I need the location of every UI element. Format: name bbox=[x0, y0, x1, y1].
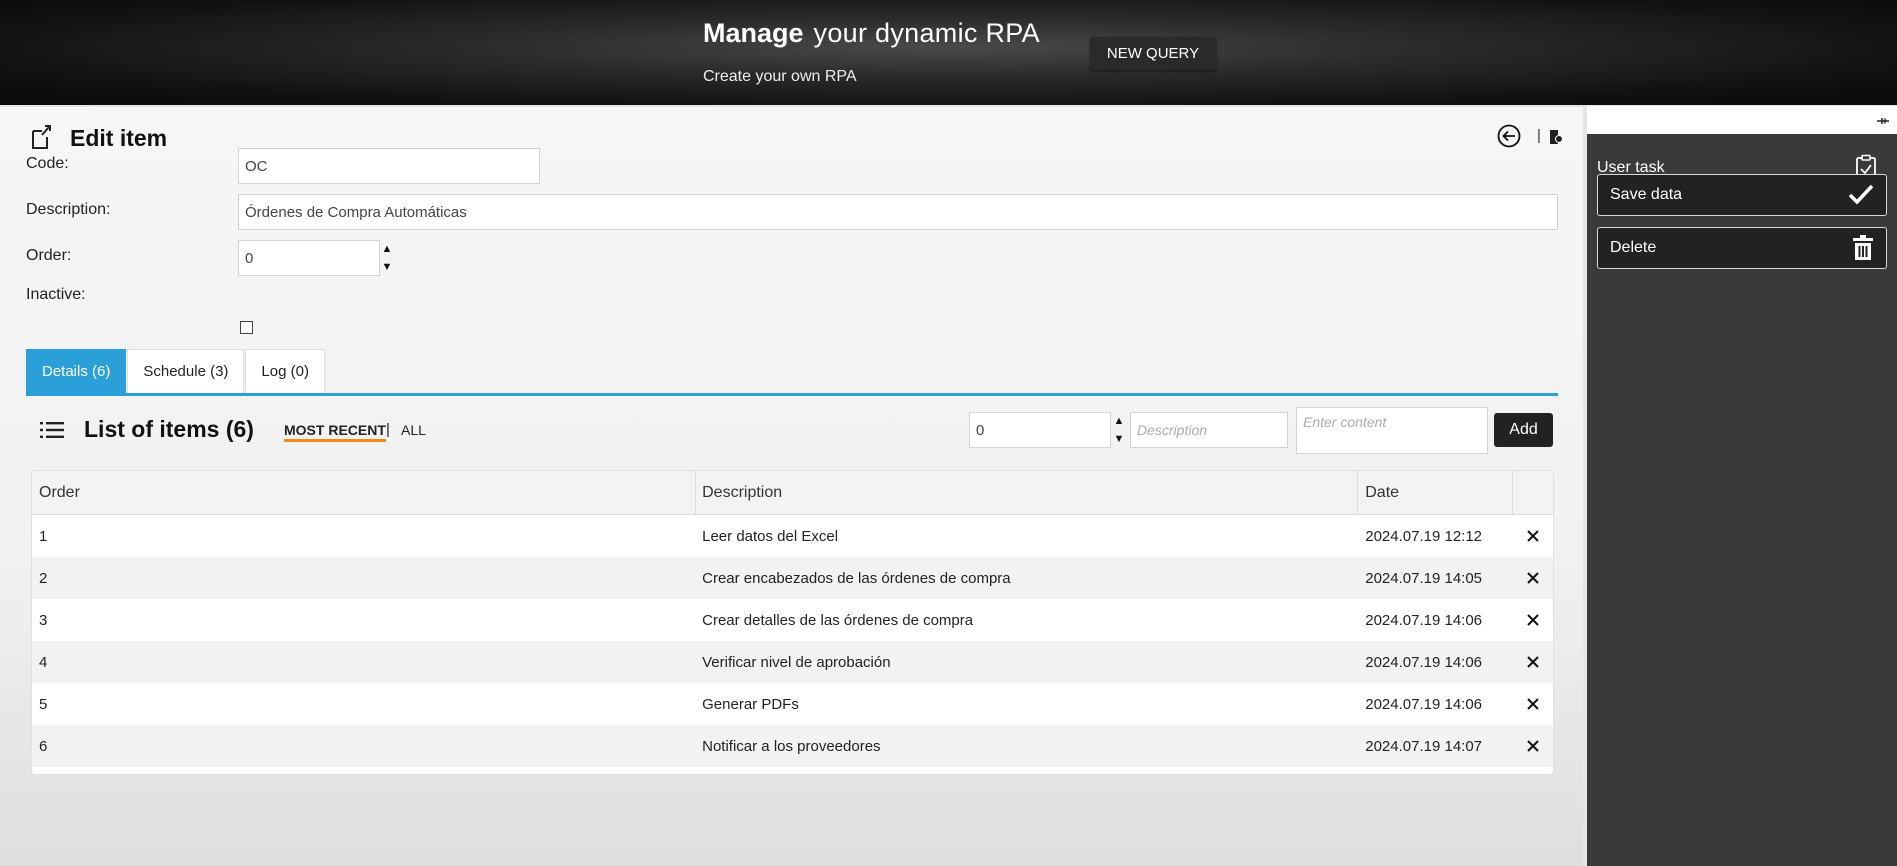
table-row[interactable]: 2 Crear encabezados de las órdenes de co… bbox=[32, 557, 1553, 599]
inactive-checkbox[interactable] bbox=[240, 321, 253, 334]
cell-date: 2024.07.19 14:07 bbox=[1365, 737, 1483, 755]
column-description[interactable]: Description bbox=[696, 471, 1359, 514]
table-row[interactable]: 4 Verificar nivel de aprobación 2024.07.… bbox=[32, 641, 1553, 683]
new-query-button[interactable]: NEW QUERY bbox=[1090, 37, 1216, 70]
tab-schedule[interactable]: Schedule (3) bbox=[127, 349, 245, 393]
table-header: Order Description Date bbox=[32, 471, 1553, 515]
tab-underline bbox=[26, 393, 1558, 396]
cell-date: 2024.07.19 14:06 bbox=[1365, 653, 1483, 671]
list-title: List of items (6) bbox=[84, 416, 254, 442]
cell-description: Verificar nivel de aprobación bbox=[702, 653, 891, 671]
delete-row-icon[interactable] bbox=[1527, 698, 1539, 710]
column-actions bbox=[1513, 471, 1553, 514]
delete-row-icon[interactable] bbox=[1527, 572, 1539, 584]
items-table: Order Description Date 1 Leer datos del … bbox=[31, 470, 1554, 775]
back-icon[interactable] bbox=[1497, 124, 1521, 148]
add-order-stepper[interactable]: ▲ ▼ bbox=[1113, 412, 1125, 448]
table-row[interactable]: 6 Notificar a los proveedores 2024.07.19… bbox=[32, 725, 1553, 767]
cell-order: 6 bbox=[39, 737, 48, 755]
column-order[interactable]: Order bbox=[32, 471, 697, 514]
code-input[interactable]: OC bbox=[238, 148, 540, 184]
order-stepper[interactable]: ▲ ▼ bbox=[381, 240, 393, 276]
cell-description: Generar PDFs bbox=[702, 695, 799, 713]
description-input[interactable]: Órdenes de Compra Automáticas bbox=[238, 194, 1558, 230]
right-sidebar: User task Save data Delete bbox=[1587, 106, 1897, 866]
filter-most-recent[interactable]: MOST RECENT bbox=[284, 422, 386, 442]
table-row[interactable]: 5 Generar PDFs 2024.07.19 14:06 bbox=[32, 683, 1553, 725]
tab-log[interactable]: Log (0) bbox=[245, 349, 325, 393]
description-label: Description: bbox=[26, 201, 111, 218]
add-content-input[interactable]: Enter content bbox=[1296, 407, 1488, 454]
order-label: Order: bbox=[26, 247, 72, 264]
table-body: 1 Leer datos del Excel 2024.07.19 12:12 … bbox=[32, 515, 1553, 767]
cell-order: 5 bbox=[39, 695, 48, 713]
delete-row-icon[interactable] bbox=[1527, 656, 1539, 668]
cell-order: 1 bbox=[39, 527, 48, 545]
cell-description: Crear detalles de las órdenes de compra bbox=[702, 611, 974, 629]
inactive-label: Inactive: bbox=[26, 286, 86, 303]
main-panel: Edit item | Code: OC Description: Órdene… bbox=[0, 107, 1583, 866]
tab-bar: Details (6) Schedule (3) Log (0) bbox=[26, 349, 326, 393]
exit-icon[interactable] bbox=[1549, 130, 1563, 144]
cell-date: 2024.07.19 14:05 bbox=[1365, 569, 1483, 587]
add-button[interactable]: Add bbox=[1494, 413, 1553, 447]
tagline: Create your own RPA bbox=[703, 68, 857, 85]
cell-date: 2024.07.19 14:06 bbox=[1365, 695, 1483, 713]
cell-date: 2024.07.19 12:12 bbox=[1365, 527, 1483, 545]
filter-all[interactable]: ALL bbox=[401, 422, 426, 438]
cell-description: Crear encabezados de las órdenes de comp… bbox=[702, 569, 1011, 587]
sidebar-topbar bbox=[1587, 106, 1897, 134]
order-input[interactable]: 0 bbox=[238, 240, 380, 276]
header-separator: | bbox=[1537, 127, 1541, 144]
delete-row-icon[interactable] bbox=[1527, 614, 1539, 626]
column-date[interactable]: Date bbox=[1358, 471, 1514, 514]
table-row[interactable]: 3 Crear detalles de las órdenes de compr… bbox=[32, 599, 1553, 641]
brand-bold: Manage bbox=[703, 18, 804, 48]
cell-date: 2024.07.19 14:06 bbox=[1365, 611, 1483, 629]
save-data-label: Save data bbox=[1610, 186, 1683, 203]
delete-row-icon[interactable] bbox=[1527, 740, 1539, 752]
filter-separator: | bbox=[386, 421, 390, 438]
delete-row-icon[interactable] bbox=[1527, 530, 1539, 542]
edit-icon bbox=[32, 125, 51, 149]
add-description-input[interactable]: Description bbox=[1130, 412, 1288, 448]
cell-description: Leer datos del Excel bbox=[702, 527, 839, 545]
cell-order: 2 bbox=[39, 569, 48, 587]
pin-icon[interactable] bbox=[1877, 114, 1889, 126]
top-header: Manage your dynamic RPA Create your own R… bbox=[0, 0, 1897, 105]
cell-description: Notificar a los proveedores bbox=[702, 737, 881, 755]
code-label: Code: bbox=[26, 155, 69, 172]
table-row[interactable]: 1 Leer datos del Excel 2024.07.19 12:12 bbox=[32, 515, 1553, 557]
tab-details[interactable]: Details (6) bbox=[26, 349, 127, 393]
cell-order: 4 bbox=[39, 653, 48, 671]
delete-label: Delete bbox=[1610, 239, 1657, 256]
brand-rest: your dynamic RPA bbox=[813, 18, 1040, 48]
checkmark-icon bbox=[1848, 184, 1874, 205]
brand: Manage your dynamic RPA bbox=[703, 18, 1040, 49]
save-data-button[interactable]: Save data bbox=[1597, 174, 1887, 216]
page-title: Edit item bbox=[70, 125, 168, 151]
cell-order: 3 bbox=[39, 611, 48, 629]
list-icon bbox=[40, 422, 64, 438]
trash-icon bbox=[1853, 235, 1873, 260]
delete-button[interactable]: Delete bbox=[1597, 227, 1887, 269]
add-order-input[interactable]: 0 bbox=[969, 412, 1111, 448]
